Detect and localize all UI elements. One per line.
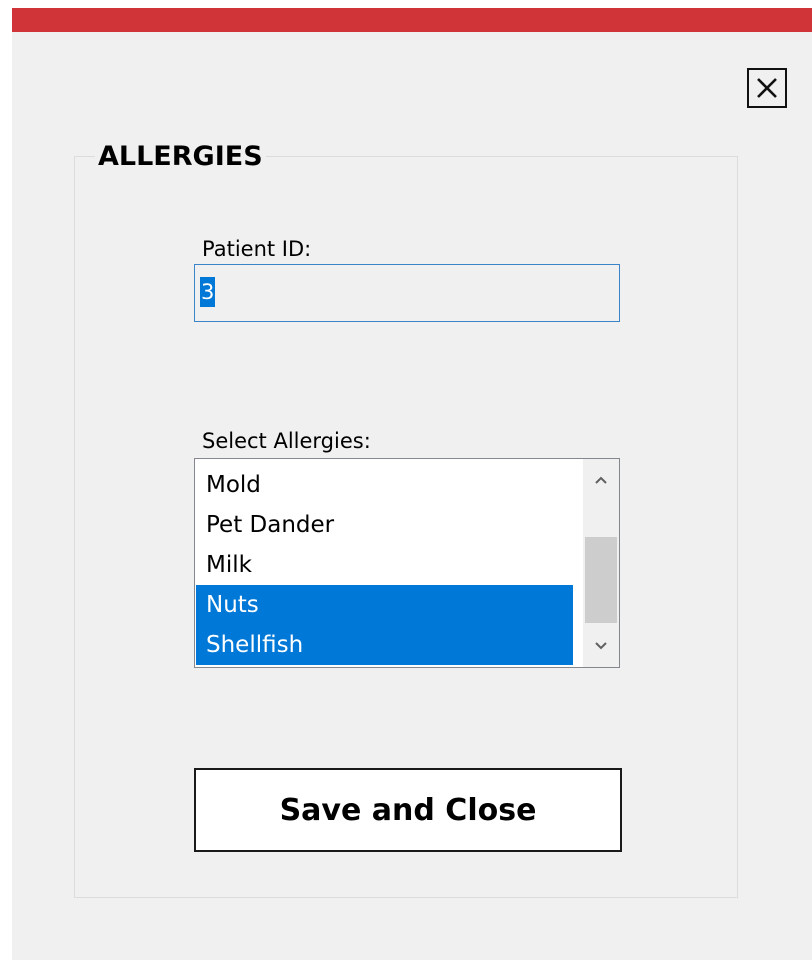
scroll-up-button[interactable] — [583, 463, 619, 497]
allergies-listbox[interactable]: Mold Pet Dander Milk Nuts Shellfish — [194, 458, 620, 668]
close-button[interactable] — [747, 68, 787, 108]
allergies-list: Mold Pet Dander Milk Nuts Shellfish — [196, 465, 573, 665]
list-item[interactable]: Milk — [196, 545, 573, 585]
list-item[interactable]: Mold — [196, 465, 573, 505]
chevron-down-icon — [595, 642, 607, 650]
listbox-scrollbar[interactable] — [583, 459, 619, 667]
list-item[interactable]: Shellfish — [196, 625, 573, 665]
patient-id-input[interactable]: 3 — [194, 264, 620, 322]
select-allergies-label: Select Allergies: — [202, 429, 371, 453]
scroll-down-button[interactable] — [583, 629, 619, 663]
dialog-window: ALLERGIES Patient ID: 3 Select Allergies… — [12, 8, 812, 960]
patient-id-value: 3 — [200, 277, 216, 307]
patient-id-label: Patient ID: — [202, 237, 312, 261]
title-bar — [12, 8, 812, 32]
save-and-close-button[interactable]: Save and Close — [194, 768, 622, 852]
list-item[interactable]: Pet Dander — [196, 505, 573, 545]
list-item[interactable]: Nuts — [196, 585, 573, 625]
chevron-up-icon — [595, 476, 607, 484]
groupbox-title: ALLERGIES — [95, 140, 266, 174]
close-icon — [757, 78, 777, 98]
scroll-thumb[interactable] — [585, 537, 617, 623]
